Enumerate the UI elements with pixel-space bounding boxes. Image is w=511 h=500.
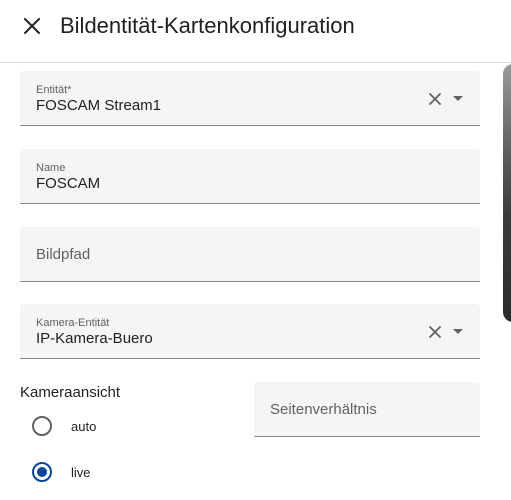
image-path-field[interactable]: Bildpfad xyxy=(20,227,480,282)
radio-button[interactable] xyxy=(32,462,52,482)
image-path-field-label: Bildpfad xyxy=(36,246,91,263)
camera-view-label: Kameraansicht xyxy=(20,384,121,401)
radio-option-auto[interactable]: auto xyxy=(32,414,96,438)
dialog-title: Bildentität-Kartenkonfiguration xyxy=(60,13,355,38)
aspect-ratio-field[interactable]: Seitenverhältnis xyxy=(254,382,480,437)
camera-entity-field[interactable]: Kamera-Entität IP-Kamera-Buero xyxy=(20,304,480,359)
header-divider xyxy=(0,62,511,63)
dropdown-arrow-icon[interactable] xyxy=(453,329,463,334)
aspect-ratio-field-label: Seitenverhältnis xyxy=(270,401,377,418)
camera-entity-field-label: Kamera-Entität xyxy=(36,317,110,329)
close-button[interactable] xyxy=(17,10,47,42)
radio-button[interactable] xyxy=(32,416,52,436)
clear-icon[interactable] xyxy=(427,324,443,340)
radio-option-label: live xyxy=(71,464,91,480)
name-field-label: Name xyxy=(36,162,66,174)
camera-entity-field-value: IP-Kamera-Buero xyxy=(36,330,153,347)
name-field[interactable]: Name FOSCAM xyxy=(20,149,480,204)
clear-icon[interactable] xyxy=(427,91,443,107)
radio-option-live[interactable]: live xyxy=(32,460,91,484)
entity-field-value: FOSCAM Stream1 xyxy=(36,97,162,114)
dialog-header: Bildentität-Kartenkonfiguration xyxy=(0,0,511,56)
entity-field-label: Entität* xyxy=(36,84,72,96)
name-field-value: FOSCAM xyxy=(36,175,101,192)
entity-field[interactable]: Entität* FOSCAM Stream1 xyxy=(20,71,480,126)
radio-option-label: auto xyxy=(71,418,97,434)
close-icon xyxy=(24,18,40,34)
card-preview xyxy=(503,64,511,322)
dropdown-arrow-icon[interactable] xyxy=(453,96,463,101)
